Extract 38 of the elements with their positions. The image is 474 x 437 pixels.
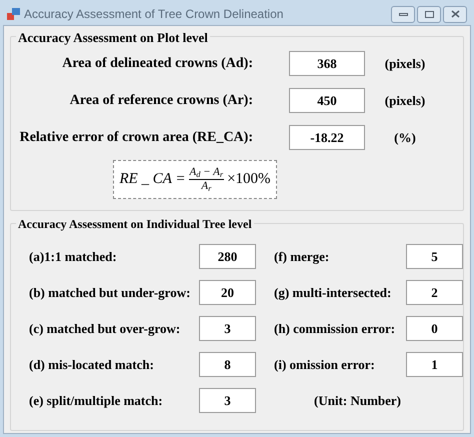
- value-field[interactable]: 3: [199, 316, 256, 341]
- value-field[interactable]: -18.22: [289, 125, 365, 150]
- value-field[interactable]: 280: [199, 244, 256, 269]
- field-label: (c) matched but over-grow:: [29, 320, 182, 338]
- field-label: Relative error of crown area (RE_CA):: [18, 129, 253, 147]
- field-label: Area of delineated crowns (Ad):: [61, 55, 253, 73]
- unit-label: (pixels): [384, 92, 426, 110]
- minimize-button[interactable]: [391, 6, 415, 22]
- app-icon: [7, 8, 20, 20]
- value-field[interactable]: 20: [199, 280, 256, 305]
- field-label: (g) multi-intersected:: [274, 284, 392, 302]
- unit-note: (Unit: Number): [314, 392, 402, 410]
- value-field[interactable]: 0: [406, 316, 463, 341]
- value-field[interactable]: 1: [406, 352, 463, 377]
- close-icon: [450, 10, 460, 18]
- field-label: (b) matched but under-grow:: [29, 284, 192, 302]
- field-label: (h) commission error:: [274, 320, 396, 338]
- unit-label: (pixels): [384, 54, 426, 73]
- value-field[interactable]: 368: [289, 51, 365, 76]
- field-label: (d) mis-located match:: [29, 356, 155, 374]
- value-field[interactable]: 5: [406, 244, 463, 269]
- formula-numerator: A$_{d}$ − A$_{r}$: [188, 166, 224, 180]
- formula-factor: ×100%: [227, 170, 271, 190]
- field-label: (f) merge:: [274, 248, 330, 266]
- formula-denominator: A$_{r}$: [201, 180, 212, 193]
- unit-label: (%): [393, 128, 417, 147]
- field-label: (e) split/multiple match:: [29, 392, 164, 410]
- value-field[interactable]: 2: [406, 280, 463, 305]
- maximize-button[interactable]: [417, 6, 441, 22]
- close-button[interactable]: [443, 6, 467, 22]
- field-label: (i) omission error:: [274, 356, 376, 374]
- field-label: (a)1:1 matched:: [29, 248, 118, 266]
- formula-lhs: RE _ CA =: [119, 170, 186, 190]
- field-label: Area of reference crowns (Ar):: [68, 92, 253, 110]
- value-field[interactable]: 450: [289, 88, 365, 113]
- value-field[interactable]: 8: [199, 352, 256, 377]
- value-field[interactable]: 3: [199, 388, 256, 413]
- window-title: Accuracy Assessment of Tree Crown Delineation: [24, 6, 284, 23]
